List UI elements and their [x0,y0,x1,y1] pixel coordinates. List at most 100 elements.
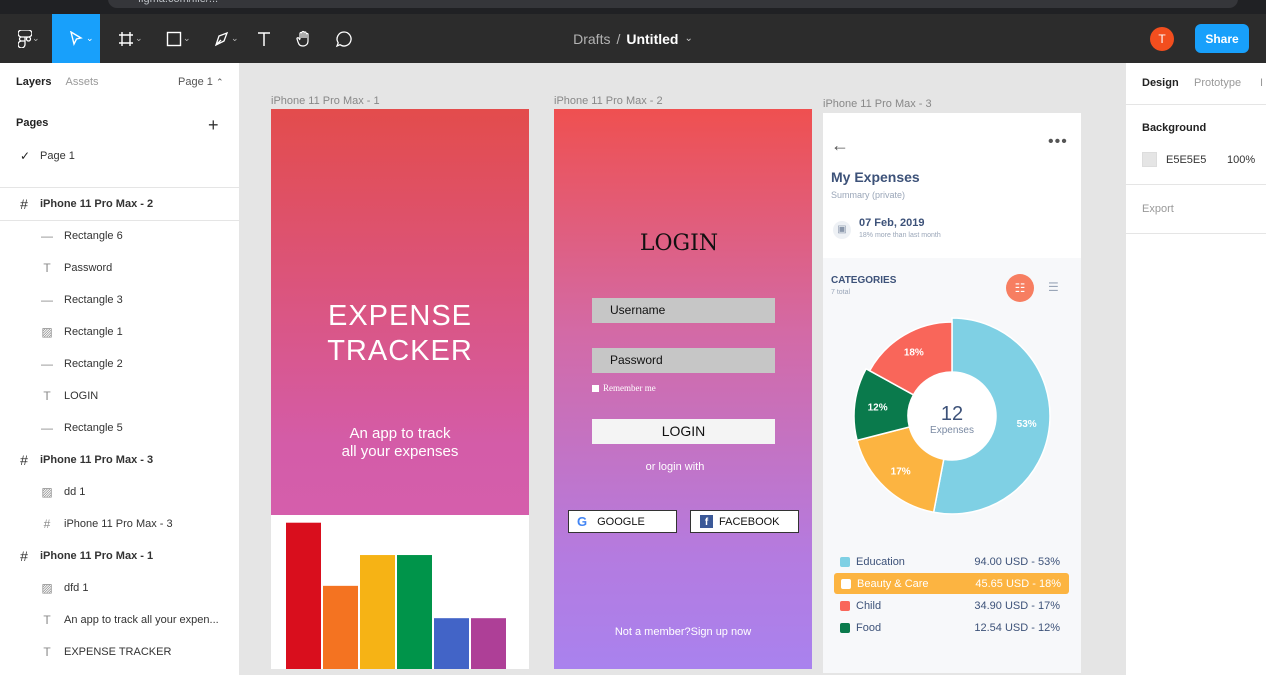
layer-item-label: Rectangle 2 [64,358,123,370]
image-icon: ▨ [41,485,53,499]
page-selector-label: Page 1 [178,76,213,88]
frame-splash[interactable]: EXPENSE TRACKER An app to track all your… [271,109,529,669]
frame-label[interactable]: iPhone 11 Pro Max - 2 [554,95,663,107]
donut-slice-label: 17% [891,467,911,478]
layer-item[interactable]: ▨ dd 1 [0,476,239,508]
share-button[interactable]: Share [1195,24,1249,53]
google-icon: G [577,514,588,529]
legend-swatch [841,578,851,589]
layer-item-label: iPhone 11 Pro Max - 2 [40,198,154,210]
illustration-bar [286,522,321,669]
illustration-bar [360,555,395,669]
legend-item[interactable]: Food 12.54 USD - 12% [833,617,1068,638]
layer-item[interactable]: — Rectangle 3 [0,284,239,316]
facebook-icon: f [700,515,713,528]
layer-item[interactable]: # iPhone 11 Pro Max - 2 [0,188,239,220]
layer-item[interactable]: ▨ Rectangle 1 [0,316,239,348]
password-field[interactable]: Password [592,348,775,373]
layers-panel: Layers Assets Page 1 ⌃ Pages + ✓ Page 1 … [0,63,240,675]
background-opacity-field[interactable]: 100% [1227,154,1255,166]
layer-item[interactable]: — Rectangle 2 [0,348,239,380]
frame-label[interactable]: iPhone 11 Pro Max - 3 [823,98,932,110]
google-label: GOOGLE [597,515,645,528]
back-arrow-icon[interactable]: ← [831,135,849,156]
legend-name: Child [856,599,882,612]
chart-view-button[interactable]: ☷ [1006,274,1034,302]
more-icon[interactable]: ••• [1048,133,1068,151]
google-button[interactable]: G GOOGLE [568,510,677,533]
layer-item-label: dd 1 [64,486,86,498]
layer-item-label: EXPENSE TRACKER [64,646,172,658]
background-hex-field[interactable]: E5E5E5 [1166,154,1206,166]
avatar[interactable]: T [1150,27,1174,51]
layer-item[interactable]: # iPhone 11 Pro Max - 3 [0,444,239,476]
date-label: 07 Feb, 2019 [859,217,925,229]
dashboard-title: My Expenses [831,169,920,185]
add-page-icon[interactable]: + [208,115,219,136]
illustration-bar [397,555,432,669]
frame-login[interactable]: LOGIN Username Password Remember me LOGI… [554,109,812,669]
facebook-button[interactable]: f FACEBOOK [690,510,799,533]
frame-icon: # [43,517,51,531]
layer-item[interactable]: # iPhone 11 Pro Max - 1 [0,540,239,572]
toolbar: ⌄ ⌄ ⌄ ⌄ ⌄ Drafts / Untitled ⌄ T Share [0,14,1266,63]
page-selector[interactable]: Page 1 ⌃ [178,76,223,88]
pages-heading: Pages [16,117,49,129]
tab-layers[interactable]: Layers [16,76,51,88]
legend-swatch [840,556,850,567]
page-item[interactable]: ✓ Page 1 [0,140,239,172]
legend-item[interactable]: Education 94.00 USD - 53% [833,551,1068,572]
donut-center-label: Expenses [930,425,974,436]
legend-amount: 34.90 USD - 17% [974,599,1060,612]
checkbox-icon [592,385,599,392]
signup-link[interactable]: Not a member?Sign up now [554,626,812,638]
background-swatch[interactable] [1142,152,1157,167]
layer-item[interactable]: # iPhone 11 Pro Max - 3 [0,508,239,540]
chevron-down-icon[interactable]: ⌄ [684,33,692,44]
rectangle-icon: — [41,293,53,307]
layer-item-label: LOGIN [64,390,99,402]
legend-item[interactable]: Child 34.90 USD - 17% [833,595,1068,616]
frame-dashboard[interactable]: ← ••• My Expenses Summary (private) ▣ 07… [823,113,1081,673]
bar-illustration-svg [286,522,506,669]
address-bar[interactable]: figma.com/file/... [108,0,1238,8]
layer-item-label: An app to track all your expen... [64,614,219,626]
login-title: LOGIN [639,231,719,256]
tab-prototype[interactable]: Prototype [1194,77,1241,89]
breadcrumb-folder[interactable]: Drafts [573,31,610,47]
tab-inspect[interactable]: I [1260,77,1263,89]
layer-item[interactable]: — Rectangle 5 [0,412,239,444]
layer-item[interactable]: T Password [0,252,239,284]
export-heading[interactable]: Export [1142,203,1174,215]
tab-assets[interactable]: Assets [65,76,98,88]
legend-item[interactable]: Beauty & Care 45.65 USD - 18% [834,573,1069,594]
text-layer-icon: T [43,261,51,275]
image-icon: ▨ [41,325,53,339]
properties-panel: Design Prototype I Background E5E5E5 100… [1126,63,1266,675]
frame-icon: # [20,452,28,468]
remember-me-checkbox[interactable]: Remember me [592,383,656,393]
tab-design[interactable]: Design [1142,77,1179,89]
layer-item[interactable]: T EXPENSE TRACKER [0,636,239,668]
layer-item-label: Password [64,262,113,274]
illustration-bar [323,585,358,669]
categories-heading: CATEGORIES [831,275,897,286]
layer-item[interactable]: ▨ dfd 1 [0,572,239,604]
image-icon: ▨ [41,581,53,595]
breadcrumb-separator: / [616,30,621,47]
layer-item[interactable]: T LOGIN [0,380,239,412]
layer-item[interactable]: — Rectangle 6 [0,220,239,252]
username-field[interactable]: Username [592,298,775,323]
list-icon[interactable]: ☰ [1048,280,1059,294]
donut-chart: 53% 17% 12% 18% 12Expenses [853,317,1051,515]
illustration-bar [434,618,469,669]
layer-item-label: Rectangle 1 [64,326,123,338]
splash-title-line: EXPENSE [328,300,472,332]
dashboard-subtitle: Summary (private) [831,190,906,200]
file-name[interactable]: Untitled [626,31,678,47]
frame-label[interactable]: iPhone 11 Pro Max - 1 [271,95,380,107]
divider [1126,184,1266,185]
login-button[interactable]: LOGIN [592,419,775,444]
layer-item[interactable]: T An app to track all your expen... [0,604,239,636]
splash-title: EXPENSE TRACKER [271,299,529,369]
